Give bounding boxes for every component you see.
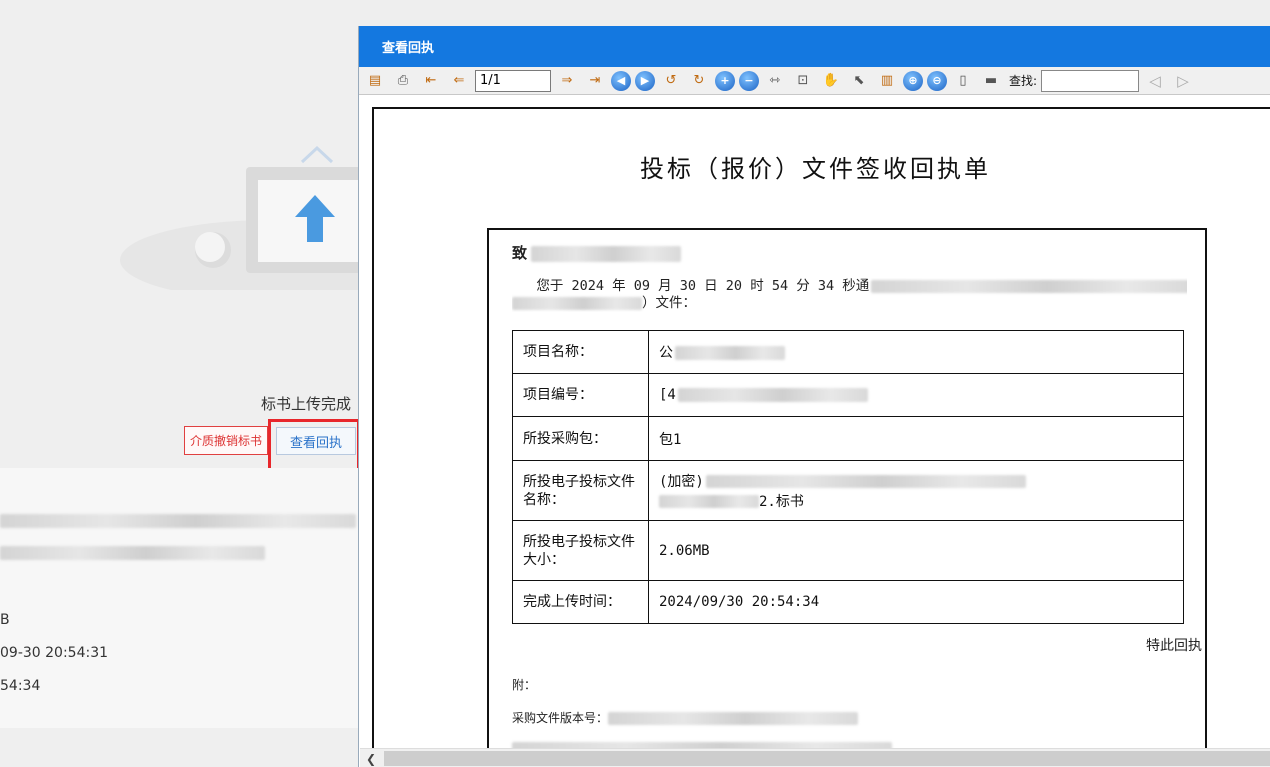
- scroll-left-icon[interactable]: ❮: [360, 749, 382, 767]
- row-label: 项目名称：: [512, 330, 649, 374]
- revoke-bid-button[interactable]: 介质撤销标书: [184, 426, 268, 455]
- back-icon[interactable]: ◀: [611, 70, 631, 91]
- redacted-text: [705, 475, 1026, 488]
- receipt-table: 项目名称： 公 项目编号： [4 所投采购包： 包1 所投电子投标文件名称： (…: [512, 330, 1184, 624]
- sign-off: 特此回执: [1146, 638, 1202, 654]
- fit-width-icon[interactable]: ⇿: [763, 70, 787, 92]
- attachment-label: 附：: [512, 678, 537, 692]
- properties-icon[interactable]: ▬: [979, 70, 1003, 92]
- document-title: 投标（报价）文件签收回执单: [640, 155, 991, 183]
- rotate-left-icon[interactable]: ↺: [659, 70, 683, 92]
- intro-line-1: 您于 2024 年 09 月 30 日 20 时 54 分 34 秒通: [536, 278, 870, 294]
- document-viewer[interactable]: 投标（报价）文件签收回执单 致 您于 2024 年 09 月 30 日 20 时…: [360, 95, 1270, 748]
- page-number-input[interactable]: [475, 69, 551, 92]
- redacted-text: [871, 279, 1187, 293]
- scroll-thumb[interactable]: [384, 751, 1270, 766]
- find-label: 查找:: [1009, 74, 1038, 88]
- upload-illustration: [120, 145, 360, 290]
- background-page: 标书上传完成 介质撤销标书 查看回执 B 09-30 20:54:31 54:3…: [0, 0, 360, 767]
- receipt-dialog: 查看回执 ▤ ⎙ ⇤ ⇐ ⇒ ⇥ ◀ ▶ ↺ ↻ + − ⇿ ⊡ ✋ ⬉ ▥ ⊕…: [358, 26, 1270, 767]
- recipient-line: 致: [512, 242, 682, 263]
- previous-page-icon[interactable]: ⇐: [447, 70, 471, 92]
- table-row: 项目名称： 公: [512, 330, 1184, 374]
- row-label: 所投采购包：: [512, 416, 649, 461]
- redacted-text: [675, 346, 785, 360]
- row-value: (加密) 2.标书: [648, 460, 1184, 521]
- print-icon[interactable]: ⎙: [391, 70, 415, 92]
- table-row: 所投电子投标文件大小： 2.06MB: [512, 520, 1184, 581]
- table-row: 完成上传时间： 2024/09/30 20:54:34: [512, 580, 1184, 624]
- next-page-icon[interactable]: ⇒: [555, 70, 579, 92]
- info-size: B: [0, 612, 10, 628]
- redacted-text: [0, 546, 265, 560]
- redacted-text: [608, 712, 859, 725]
- row-value: 2024/09/30 20:54:34: [648, 580, 1184, 624]
- dialog-titlebar[interactable]: 查看回执: [359, 26, 1270, 67]
- version-label: 采购文件版本号：: [512, 711, 609, 725]
- page-edge: [372, 107, 374, 748]
- select-tool-icon[interactable]: ⬉: [847, 70, 871, 92]
- rotate-right-icon[interactable]: ↻: [687, 70, 711, 92]
- redacted-text: [512, 296, 642, 310]
- recipient-prefix: 致: [512, 244, 528, 262]
- receipt-body: 致 您于 2024 年 09 月 30 日 20 时 54 分 34 秒通 ）文…: [487, 228, 1207, 748]
- digest-line: [512, 740, 892, 748]
- info-start-time: 09-30 20:54:31: [0, 645, 109, 661]
- info-panel: B 09-30 20:54:31 54:34: [0, 468, 360, 728]
- table-row: 所投采购包： 包1: [512, 416, 1184, 461]
- table-row: 所投电子投标文件名称： (加密) 2.标书: [512, 460, 1184, 521]
- zoom-in-icon[interactable]: +: [715, 70, 735, 91]
- redacted-text: [659, 495, 759, 508]
- magnify-minus-icon[interactable]: ⊖: [927, 70, 947, 91]
- magnify-plus-icon[interactable]: ⊕: [903, 70, 923, 91]
- row-value: 2.06MB: [648, 520, 1184, 581]
- find-next-icon[interactable]: ▷: [1171, 70, 1195, 92]
- highlight-box: [268, 419, 360, 471]
- redacted-text: [0, 514, 356, 528]
- toggle-sidebar-icon[interactable]: ▤: [363, 70, 387, 92]
- row-label: 完成上传时间：: [512, 580, 649, 624]
- row-label: 所投电子投标文件名称：: [512, 460, 649, 521]
- table-row: 项目编号： [4: [512, 373, 1184, 417]
- redacted-text: [531, 246, 682, 262]
- horizontal-scrollbar[interactable]: ❮: [360, 748, 1270, 767]
- row-label: 所投电子投标文件大小：: [512, 520, 649, 581]
- page-view-icon[interactable]: ▯: [951, 70, 975, 92]
- intro-line-2-end: ）文件：: [642, 295, 696, 311]
- intro-text: 您于 2024 年 09 月 30 日 20 时 54 分 34 秒通 ）文件：: [512, 278, 1187, 312]
- upload-status-text: 标书上传完成: [261, 395, 352, 413]
- row-value: [4: [648, 373, 1184, 417]
- row-label: 项目编号：: [512, 373, 649, 417]
- hand-tool-icon[interactable]: ✋: [819, 70, 843, 92]
- last-page-icon[interactable]: ⇥: [583, 70, 607, 92]
- find-input[interactable]: [1041, 69, 1140, 92]
- notes-icon[interactable]: ▥: [875, 70, 899, 92]
- row-value: 公: [648, 330, 1184, 374]
- redacted-text: [677, 388, 868, 402]
- row-value: 包1: [648, 416, 1184, 461]
- info-finish-time: 54:34: [0, 678, 41, 694]
- viewer-toolbar: ▤ ⎙ ⇤ ⇐ ⇒ ⇥ ◀ ▶ ↺ ↻ + − ⇿ ⊡ ✋ ⬉ ▥ ⊕ ⊖ ▯ …: [359, 67, 1270, 95]
- forward-icon[interactable]: ▶: [635, 70, 655, 91]
- first-page-icon[interactable]: ⇤: [419, 70, 443, 92]
- dialog-title: 查看回执: [382, 41, 435, 56]
- version-line: 采购文件版本号：: [512, 709, 859, 726]
- zoom-out-icon[interactable]: −: [739, 70, 759, 91]
- fit-page-icon[interactable]: ⊡: [791, 70, 815, 92]
- page-edge: [372, 107, 1270, 109]
- find-previous-icon[interactable]: ◁: [1143, 70, 1167, 92]
